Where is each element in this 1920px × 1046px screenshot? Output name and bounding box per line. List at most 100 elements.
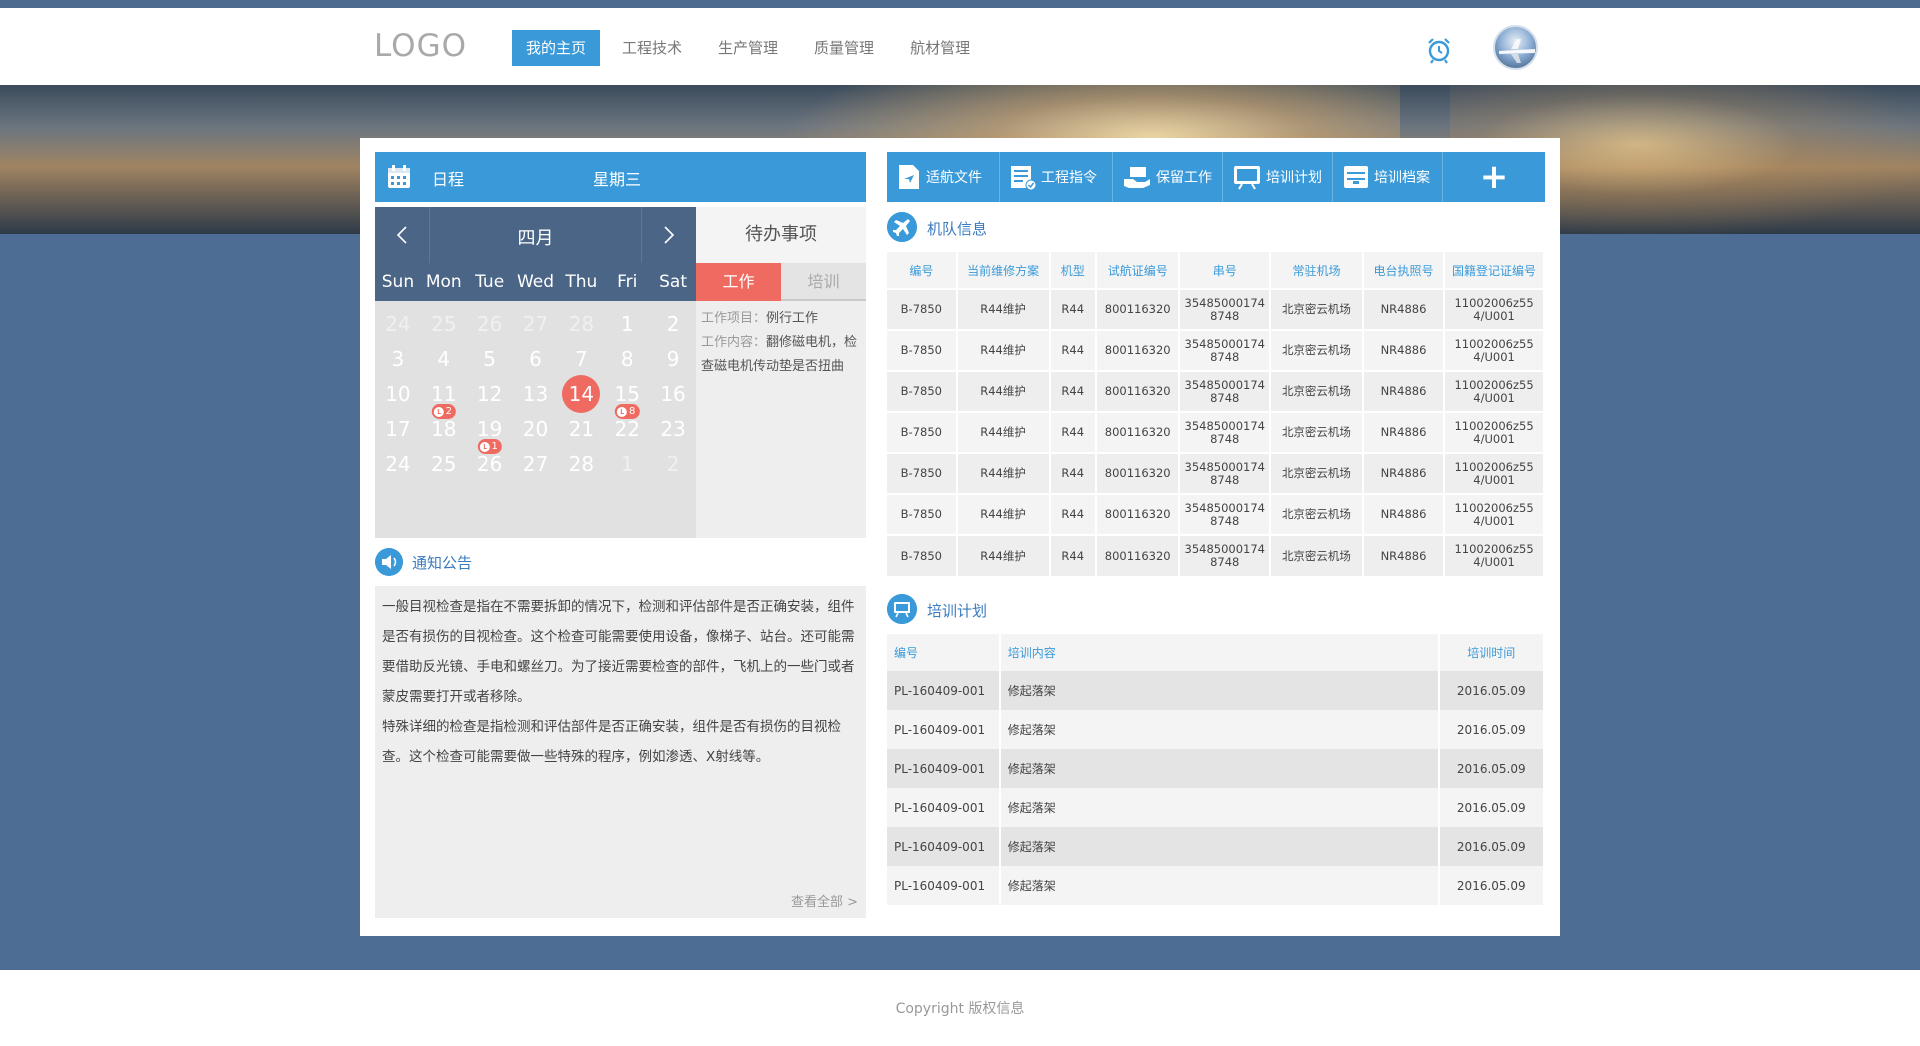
toolbar-airworthiness-docs[interactable]: 适航文件 bbox=[887, 152, 1000, 202]
column-header[interactable]: 机型 bbox=[1049, 252, 1097, 289]
calendar-day[interactable]: 24 bbox=[376, 443, 420, 485]
checklist-icon bbox=[1011, 166, 1036, 190]
table-cell: 北京密云机场 bbox=[1270, 329, 1364, 371]
calendar-day[interactable]: 27 bbox=[514, 443, 558, 485]
table-cell: 11002006z554/U001 bbox=[1444, 411, 1545, 453]
notice-paragraph: 特殊详细的检查是指检测和评估部件是否正确安装，组件是否有损伤的目视检查。这个检查… bbox=[382, 719, 841, 765]
table-cell: NR4886 bbox=[1362, 370, 1446, 412]
day-number: 6 bbox=[529, 347, 542, 371]
table-row[interactable]: PL-160409-001 修起落架 2016.05.09 bbox=[887, 710, 1546, 749]
view-all-link[interactable]: 查看全部 > bbox=[791, 891, 858, 910]
column-header[interactable]: 培训时间 bbox=[1438, 634, 1546, 671]
copyright-text: Copyright 版权信息 bbox=[895, 1001, 1025, 1017]
header: LOGO 我的主页 工程技术 生产管理 质量管理 航材管理 bbox=[0, 8, 1920, 85]
table-row[interactable]: B-7850 R44维护 R44 800116320 354850001748748 北京… bbox=[887, 452, 1545, 494]
table-cell: 354850001748748 bbox=[1179, 329, 1272, 371]
calendar-day[interactable]: 28 bbox=[559, 443, 603, 485]
nav-item[interactable]: 生产管理 bbox=[704, 30, 792, 66]
table-cell: 北京密云机场 bbox=[1270, 452, 1364, 494]
prev-month-button[interactable] bbox=[375, 207, 430, 263]
calendar-nav: 四月 bbox=[375, 207, 696, 263]
schedule-label: 日程 bbox=[432, 170, 465, 189]
table-row[interactable]: PL-160409-001 修起落架 2016.05.09 bbox=[887, 788, 1546, 827]
table-row[interactable]: B-7850 R44维护 R44 800116320 354850001748748 北京… bbox=[887, 329, 1545, 371]
table-cell: 11002006z554/U001 bbox=[1444, 288, 1545, 330]
column-header[interactable]: 当前维修方案 bbox=[956, 252, 1051, 289]
tab-training[interactable]: 培训 bbox=[781, 263, 866, 301]
table-cell: 11002006z554/U001 bbox=[1444, 452, 1545, 494]
nav-item[interactable]: 航材管理 bbox=[896, 30, 984, 66]
table-cell: B-7850 bbox=[887, 370, 958, 412]
day-number: 2 bbox=[666, 452, 680, 476]
table-cell: NR4886 bbox=[1362, 493, 1446, 535]
alarm-icon[interactable] bbox=[1424, 35, 1454, 65]
table-cell: B-7850 bbox=[887, 452, 958, 494]
table-cell: B-7850 bbox=[887, 411, 958, 453]
table-cell: NR4886 bbox=[1362, 329, 1446, 371]
schedule-header: 日程 星期三 bbox=[375, 152, 866, 202]
calendar-day[interactable]: 25 bbox=[422, 443, 466, 485]
nav-item[interactable]: 质量管理 bbox=[800, 30, 888, 66]
table-row[interactable]: B-7850 R44维护 R44 800116320 354850001748748 北京… bbox=[887, 370, 1545, 412]
add-shortcut-button[interactable]: + bbox=[1443, 152, 1545, 202]
table-cell: R44 bbox=[1049, 329, 1097, 371]
avatar[interactable] bbox=[1493, 25, 1538, 70]
day-number: 16 bbox=[660, 382, 686, 406]
calendar-day[interactable]: 1 bbox=[605, 443, 649, 485]
table-cell: R44 bbox=[1049, 534, 1097, 576]
dashboard-panel: 日程 星期三 四月 Sun Mon Tue Wed Thu Fri Sat 24 25 26 27… bbox=[360, 138, 1560, 936]
nav-item[interactable]: 工程技术 bbox=[608, 30, 696, 66]
table-row[interactable]: B-7850 R44维护 R44 800116320 354850001748748 北京… bbox=[887, 288, 1545, 330]
calendar-day[interactable]: 26 bbox=[468, 443, 512, 485]
table-row[interactable]: PL-160409-001 修起落架 2016.05.09 bbox=[887, 749, 1546, 788]
chevron-left-icon bbox=[396, 226, 407, 244]
table-cell: 800116320 bbox=[1095, 452, 1181, 494]
table-row[interactable]: PL-160409-001 修起落架 2016.05.09 bbox=[887, 866, 1546, 905]
tab-work[interactable]: 工作 bbox=[696, 263, 781, 301]
column-header[interactable]: 试航证编号 bbox=[1095, 252, 1181, 289]
table-cell: R44维护 bbox=[956, 411, 1051, 453]
table-cell: 354850001748748 bbox=[1179, 370, 1272, 412]
table-cell: 354850001748748 bbox=[1179, 534, 1272, 576]
day-number: 25 bbox=[431, 452, 457, 476]
toolbar-training-plan[interactable]: 培训计划 bbox=[1223, 152, 1333, 202]
column-header[interactable]: 编号 bbox=[887, 252, 958, 289]
table-cell: B-7850 bbox=[887, 288, 958, 330]
weekday-row: Sun Mon Tue Wed Thu Fri Sat bbox=[375, 263, 696, 301]
archive-icon bbox=[1344, 166, 1368, 188]
nav-item[interactable]: 我的主页 bbox=[512, 30, 601, 66]
todo-content-label: 工作内容： bbox=[701, 335, 767, 350]
column-header[interactable]: 电台执照号 bbox=[1362, 252, 1446, 289]
day-number: 27 bbox=[522, 452, 549, 476]
table-cell: 800116320 bbox=[1095, 370, 1181, 412]
toolbar-training-archive[interactable]: 培训档案 bbox=[1333, 152, 1443, 202]
toolbar-engineering-orders[interactable]: 工程指令 bbox=[1000, 152, 1113, 202]
day-number: 26 bbox=[476, 452, 503, 476]
table-row[interactable]: PL-160409-001 修起落架 2016.05.09 bbox=[887, 827, 1546, 866]
column-header[interactable]: 串号 bbox=[1179, 252, 1272, 289]
table-cell: 修起落架 bbox=[999, 788, 1440, 827]
airplane-icon bbox=[887, 212, 917, 242]
table-cell: R44维护 bbox=[956, 370, 1051, 412]
column-header[interactable]: 国籍登记证编号 bbox=[1444, 252, 1545, 289]
calendar-grid: 24 25 26 27 28 1 2 3 4 5 6 7 8 9 10 11 2 12 13 14 15 8 16 17 18 1… bbox=[375, 301, 696, 538]
column-header[interactable]: 常驻机场 bbox=[1270, 252, 1364, 289]
day-number: 19 bbox=[476, 417, 503, 441]
calendar-day[interactable]: 2 bbox=[651, 443, 695, 485]
column-header[interactable]: 编号 bbox=[887, 634, 1001, 671]
document-plane-icon bbox=[899, 165, 919, 189]
table-cell: 修起落架 bbox=[999, 749, 1440, 788]
logo[interactable]: LOGO bbox=[374, 28, 467, 64]
column-header[interactable]: 培训内容 bbox=[999, 634, 1440, 671]
table-row[interactable]: B-7850 R44维护 R44 800116320 354850001748748 北京… bbox=[887, 493, 1545, 535]
table-row[interactable]: B-7850 R44维护 R44 800116320 354850001748748 北京… bbox=[887, 411, 1545, 453]
day-number: 18 bbox=[431, 417, 457, 441]
table-row[interactable]: B-7850 R44维护 R44 800116320 354850001748748 北京… bbox=[887, 534, 1545, 576]
next-month-button[interactable] bbox=[641, 207, 696, 263]
table-row[interactable]: PL-160409-001 修起落架 2016.05.09 bbox=[887, 671, 1546, 710]
table-cell: 11002006z554/U001 bbox=[1444, 329, 1545, 371]
toolbar-reserved-work[interactable]: 保留工作 bbox=[1113, 152, 1223, 202]
notice-title: 通知公告 bbox=[412, 554, 473, 572]
notice-paragraph: 一般目视检查是指在不需要拆卸的情况下，检测和评估部件是否正确安装，组件是否有损伤… bbox=[382, 599, 855, 705]
day-number: 21 bbox=[568, 417, 595, 441]
